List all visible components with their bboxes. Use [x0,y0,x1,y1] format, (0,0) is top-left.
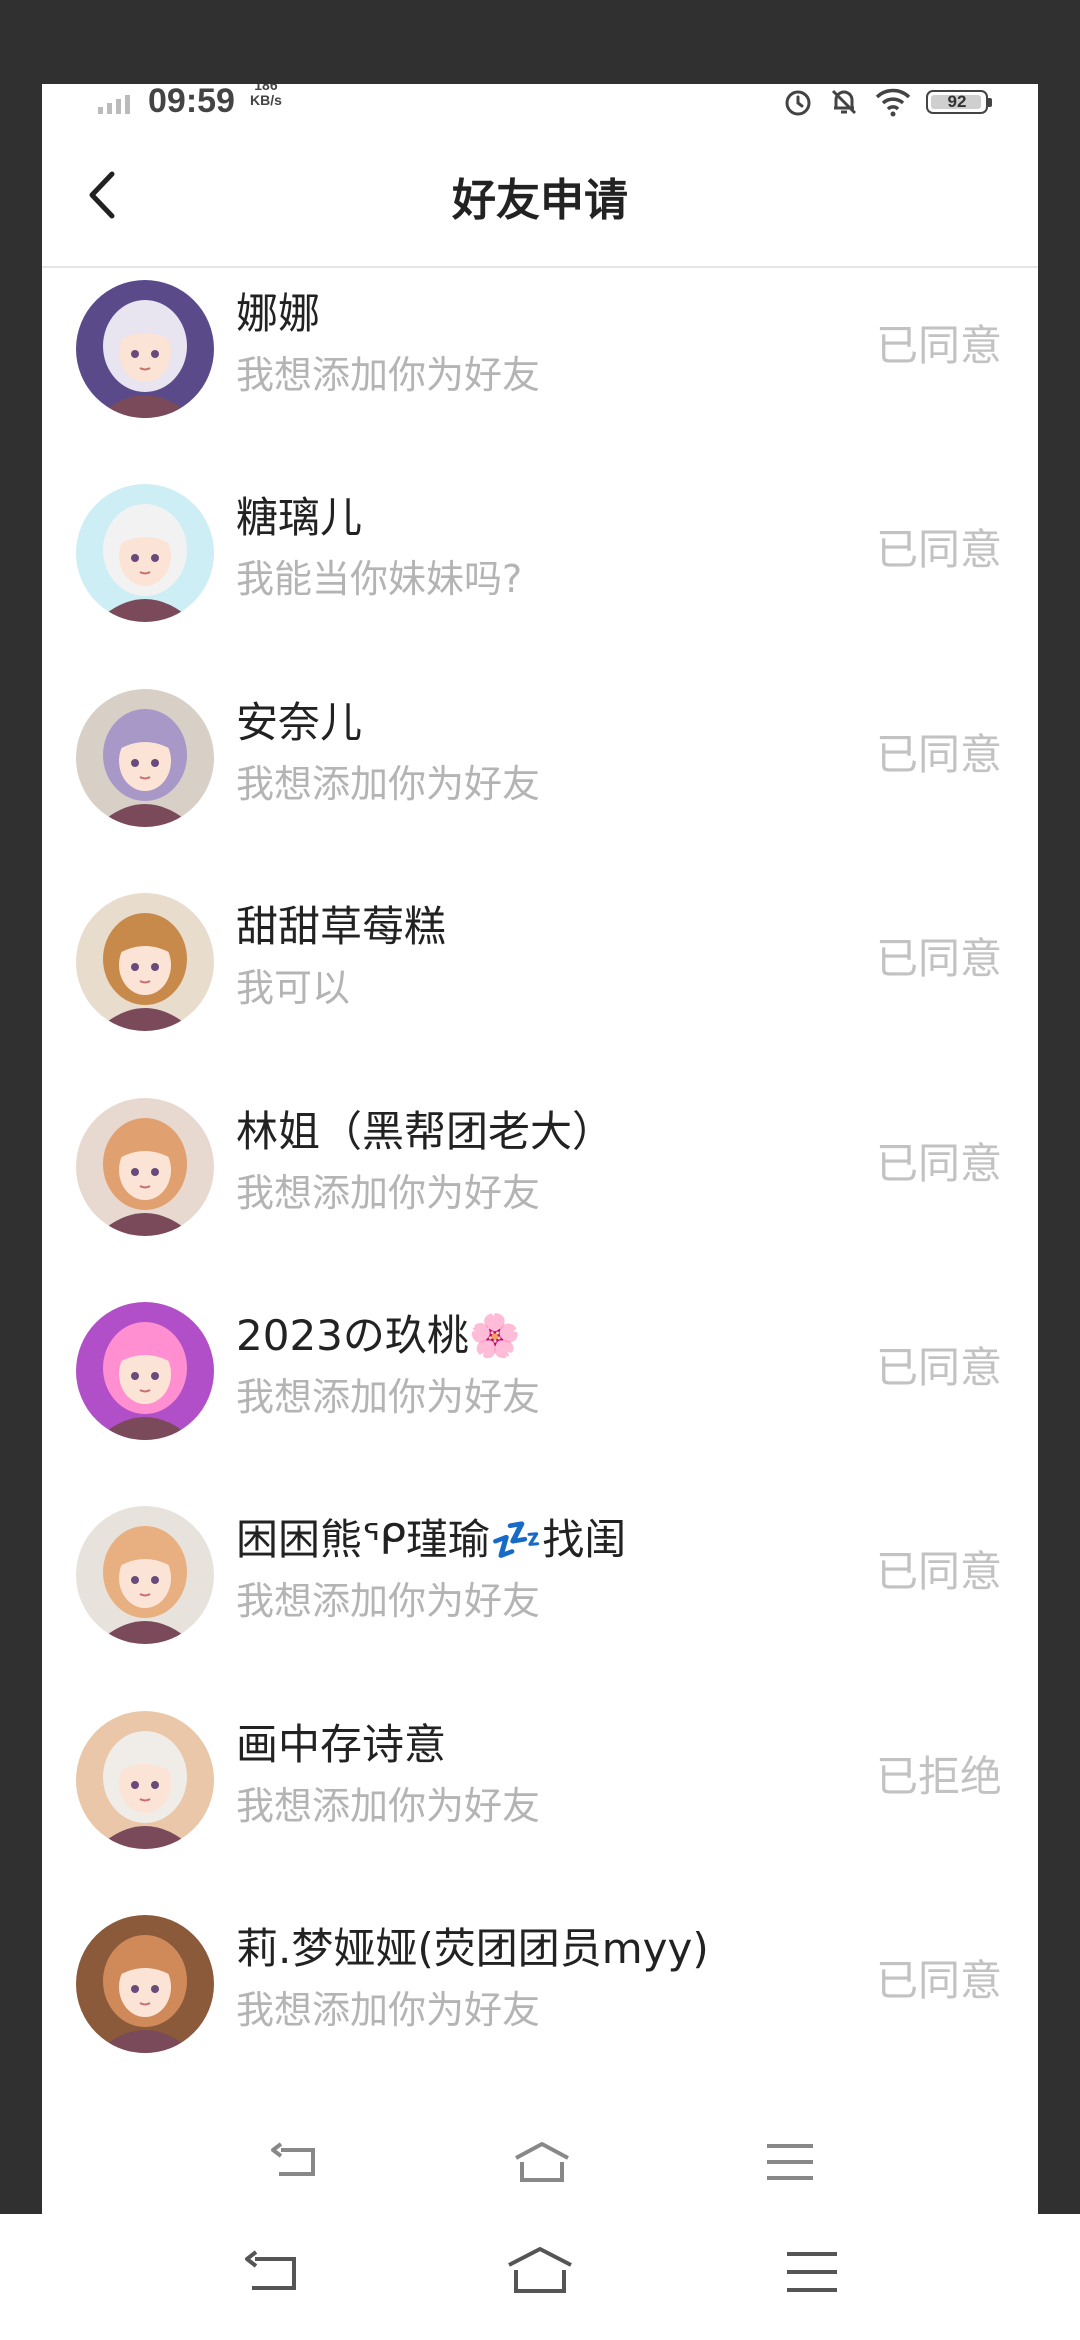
clock-time: 09:59 [148,84,235,120]
friend-request-row[interactable]: 莉.梦娅娅(荧团团员myy) 我想添加你为好友 已同意 [42,1903,1038,2107]
friend-request-list: 娜娜 我想添加你为好友 已同意 糖璃儿 我能当你妹妹吗? 已同意 安奈儿 我想添加你为好友 已同… [42,268,1038,2108]
anime-girl-avatar [76,280,214,418]
request-status-label: 已同意 [875,525,1002,575]
anime-girl-avatar [76,1506,214,1645]
battery-icon: 92 [926,90,992,114]
friend-request-row[interactable]: 2023の玖桃🌸 我想添加你为好友 已同意 [42,1290,1038,1494]
battery-percent: 92 [947,92,967,111]
avatar[interactable] [76,893,214,1032]
friend-request-row[interactable]: 安奈儿我想添加你为好友 已同意 [42,677,1038,881]
friend-request-row[interactable]: 糖璃儿我能当你妹妹吗? 已同意 [42,472,1038,676]
status-bar: 09:59 186 KB/s 92 [42,84,1038,124]
alarm-icon [785,90,811,116]
request-status-label: 已同意 [875,729,1002,779]
back-icon [245,2250,296,2290]
system-menu-button[interactable] [782,2244,842,2300]
request-message: 我想添加你为好友 [236,1579,541,1624]
inner-menu-button[interactable] [760,2134,820,2190]
requester-name: 困困熊ᕿ瑾瑜💤找闺 [236,1515,627,1565]
scene-avatar [76,1301,214,1440]
friend-request-row[interactable]: 画中存诗意我想添加你为好友 已拒绝 [42,1699,1038,1903]
request-message: 我想添加你为好友 [236,1170,541,1215]
anime-girl-avatar [76,1915,214,2054]
anime-girl-avatar [76,1097,214,1236]
avatar[interactable] [76,484,214,623]
anime-girl-avatar [76,484,214,623]
request-message: 我想添加你为好友 [236,761,541,806]
anime-girl-avatar [76,688,214,827]
request-message: 我想添加你为好友 [236,1988,541,2033]
request-status-label: 已同意 [875,321,1002,370]
in-app-navigation-bar [42,2114,1038,2214]
requester-name: 2023の玖桃🌸 [236,1310,522,1360]
request-status-label: 已同意 [875,934,1002,984]
requester-name: 画中存诗意 [236,1719,447,1769]
requester-name: 林姐（黑帮团老大） [236,1106,615,1156]
request-message: 我可以 [236,966,351,1011]
system-home-button[interactable] [505,2242,575,2298]
back-icon [271,2142,315,2176]
anime-girl-avatar [76,893,214,1032]
requester-name: 糖璃儿 [236,493,363,543]
app-screen: 09:59 186 KB/s 92 好友申请 娜娜 我想添加你为好友 已同意 糖… [42,84,1038,2214]
requester-name: 甜甜草莓糕 [236,902,447,952]
wifi-icon [875,88,911,117]
network-speed: 186 KB/s [250,84,282,108]
friend-request-row[interactable]: 甜甜草莓糕我可以 已同意 [42,881,1038,1085]
home-icon [515,2142,569,2182]
anime-boy-avatar [76,1710,214,1849]
menu-icon [767,2144,813,2180]
request-status-label: 已同意 [875,1138,1002,1188]
status-icons: 92 [782,84,992,120]
system-back-button[interactable] [240,2244,300,2300]
signal-icon [98,95,130,114]
network-speed-unit: KB/s [250,92,282,108]
friend-request-row[interactable]: 娜娜我想添加你为好友 已同意 [42,268,1038,472]
requester-name: 安奈儿 [236,697,363,747]
request-status-label: 已同意 [875,1342,1002,1392]
requester-name: 莉.梦娅娅(荧团团员myy) [236,1924,709,1974]
request-status-label: 已拒绝 [875,1751,1002,1801]
friend-request-row[interactable]: 困困熊ᕿ瑾瑜💤找闺我想添加你为好友 已同意 [42,1494,1038,1698]
system-navigation-bar [0,2214,1080,2340]
friend-request-row[interactable]: 林姐（黑帮团老大） 我想添加你为好友 已同意 [42,1086,1038,1290]
request-message: 我想添加你为好友 [236,1783,541,1828]
avatar[interactable] [76,1915,214,2054]
inner-home-button[interactable] [512,2134,572,2190]
avatar[interactable] [76,280,214,418]
avatar[interactable] [76,1710,214,1849]
request-message: 我想添加你为好友 [236,353,541,397]
request-status-label: 已同意 [875,1547,1002,1597]
home-icon [508,2247,572,2293]
avatar[interactable] [76,1301,214,1440]
menu-icon [787,2252,837,2292]
avatar[interactable] [76,688,214,827]
request-message: 我想添加你为好友 [236,1374,541,1419]
requester-name: 娜娜 [236,289,321,338]
page-header: 好友申请 [42,124,1038,268]
inner-back-button[interactable] [264,2134,324,2190]
request-status-label: 已同意 [875,1956,1002,2006]
avatar[interactable] [76,1097,214,1236]
page-title: 好友申请 [452,175,628,226]
bell-off-icon [831,89,857,115]
request-message: 我能当你妹妹吗? [236,557,523,602]
avatar[interactable] [76,1506,214,1645]
